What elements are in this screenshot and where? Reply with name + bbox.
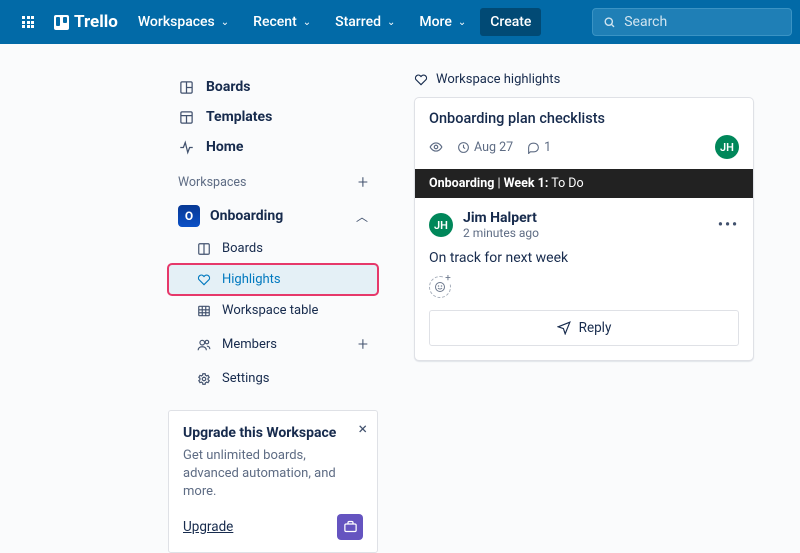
sidebar-item-label: Templates (206, 109, 272, 125)
workspace-item-table[interactable]: Workspace table (168, 295, 378, 326)
workspace-item-members[interactable]: Members + (168, 326, 378, 363)
reply-button[interactable]: Reply (429, 310, 739, 346)
upgrade-description: Get unlimited boards, advanced automatio… (183, 447, 363, 502)
comment-icon (527, 141, 540, 154)
sidebar-item-label: Workspace table (222, 303, 318, 318)
create-button[interactable]: Create (480, 8, 541, 36)
workspace-name: Onboarding (210, 208, 283, 224)
workspace-logo: O (178, 205, 200, 227)
comment-author-row: JH Jim Halpert 2 minutes ago ••• (429, 210, 739, 240)
sidebar-item-templates[interactable]: Templates (168, 102, 378, 132)
board-icon (178, 80, 194, 95)
sidebar: Boards Templates Home Workspaces + O Onb… (168, 72, 378, 553)
add-reaction-button[interactable] (429, 276, 451, 298)
member-avatar: JH (715, 135, 739, 159)
upgrade-link[interactable]: Upgrade (183, 519, 233, 535)
sidebar-item-boards[interactable]: Boards (168, 72, 378, 102)
sidebar-item-label: Settings (222, 371, 269, 386)
comment-more-button[interactable]: ••• (718, 217, 739, 233)
chevron-down-icon: ⌄ (387, 17, 395, 28)
upgrade-promo: × Upgrade this Workspace Get unlimited b… (168, 410, 378, 553)
card-meta: Aug 27 1 JH (429, 135, 739, 159)
section-title: Workspace highlights (414, 72, 754, 87)
section-title-label: Workspace highlights (436, 72, 560, 87)
comment-count-badge: 1 (527, 140, 551, 155)
comment-timestamp: 2 minutes ago (463, 226, 539, 240)
sidebar-item-home[interactable]: Home (168, 132, 378, 162)
template-icon (178, 110, 194, 125)
app-header: Trello Workspaces⌄ Recent⌄ Starred⌄ More… (0, 0, 800, 44)
table-icon (196, 304, 212, 318)
chevron-down-icon: ⌄ (303, 17, 311, 28)
author-name: Jim Halpert (463, 210, 539, 226)
clock-icon (457, 141, 470, 154)
gear-icon (196, 372, 212, 386)
heart-icon (196, 273, 212, 287)
sidebar-item-label: Highlights (222, 272, 281, 287)
trello-logo-icon (54, 15, 69, 30)
card-link[interactable]: Onboarding plan checklists Aug 27 1 JH (415, 98, 753, 169)
watch-badge (429, 140, 443, 154)
author-avatar: JH (429, 213, 453, 237)
upgrade-title: Upgrade this Workspace (183, 425, 363, 441)
nav-more-button[interactable]: More⌄ (409, 8, 476, 36)
brand-logo[interactable]: Trello (52, 12, 124, 32)
members-icon (196, 338, 212, 352)
workspace-item-settings[interactable]: Settings (168, 363, 378, 394)
highlight-card: Onboarding plan checklists Aug 27 1 JH O… (414, 97, 754, 361)
search-input[interactable] (624, 14, 781, 30)
card-location-bar[interactable]: Onboarding | Week 1: To Do (415, 169, 753, 198)
close-button[interactable]: × (358, 419, 367, 438)
chevron-up-icon: ︿ (356, 208, 368, 225)
apps-switcher-button[interactable] (8, 10, 48, 34)
chevron-down-icon: ⌄ (458, 17, 466, 28)
apps-grid-icon (18, 16, 38, 28)
add-workspace-button[interactable]: + (358, 172, 368, 193)
add-member-button[interactable]: + (358, 334, 368, 355)
nav-recent-button[interactable]: Recent⌄ (243, 8, 321, 36)
main-layout: Boards Templates Home Workspaces + O Onb… (0, 44, 800, 553)
heart-icon (414, 73, 428, 87)
search-icon (603, 15, 616, 30)
briefcase-icon (337, 514, 363, 540)
sidebar-workspaces-header: Workspaces + (168, 162, 378, 199)
smile-icon (434, 281, 446, 293)
sidebar-item-label: Boards (206, 79, 250, 95)
comment-text: On track for next week (429, 250, 739, 266)
nav-starred-button[interactable]: Starred⌄ (325, 8, 405, 36)
search-box[interactable] (592, 8, 792, 36)
reply-icon (557, 321, 571, 335)
chevron-down-icon: ⌄ (221, 17, 229, 28)
workspace-item-boards[interactable]: Boards (168, 233, 378, 264)
content-area: Workspace highlights Onboarding plan che… (414, 72, 754, 553)
sidebar-section-label: Workspaces (178, 175, 247, 190)
eye-icon (429, 140, 443, 154)
board-icon (196, 242, 212, 256)
sidebar-item-label: Boards (222, 241, 263, 256)
sidebar-item-label: Home (206, 139, 243, 155)
pulse-icon (178, 140, 194, 155)
workspace-item-highlights[interactable]: Highlights (168, 264, 378, 295)
card-title: Onboarding plan checklists (429, 110, 739, 127)
nav-workspaces-button[interactable]: Workspaces⌄ (128, 8, 239, 36)
workspace-toggle[interactable]: O Onboarding ︿ (168, 199, 378, 233)
due-badge: Aug 27 (457, 140, 513, 155)
sidebar-item-label: Members (222, 337, 277, 352)
brand-name: Trello (74, 12, 118, 32)
